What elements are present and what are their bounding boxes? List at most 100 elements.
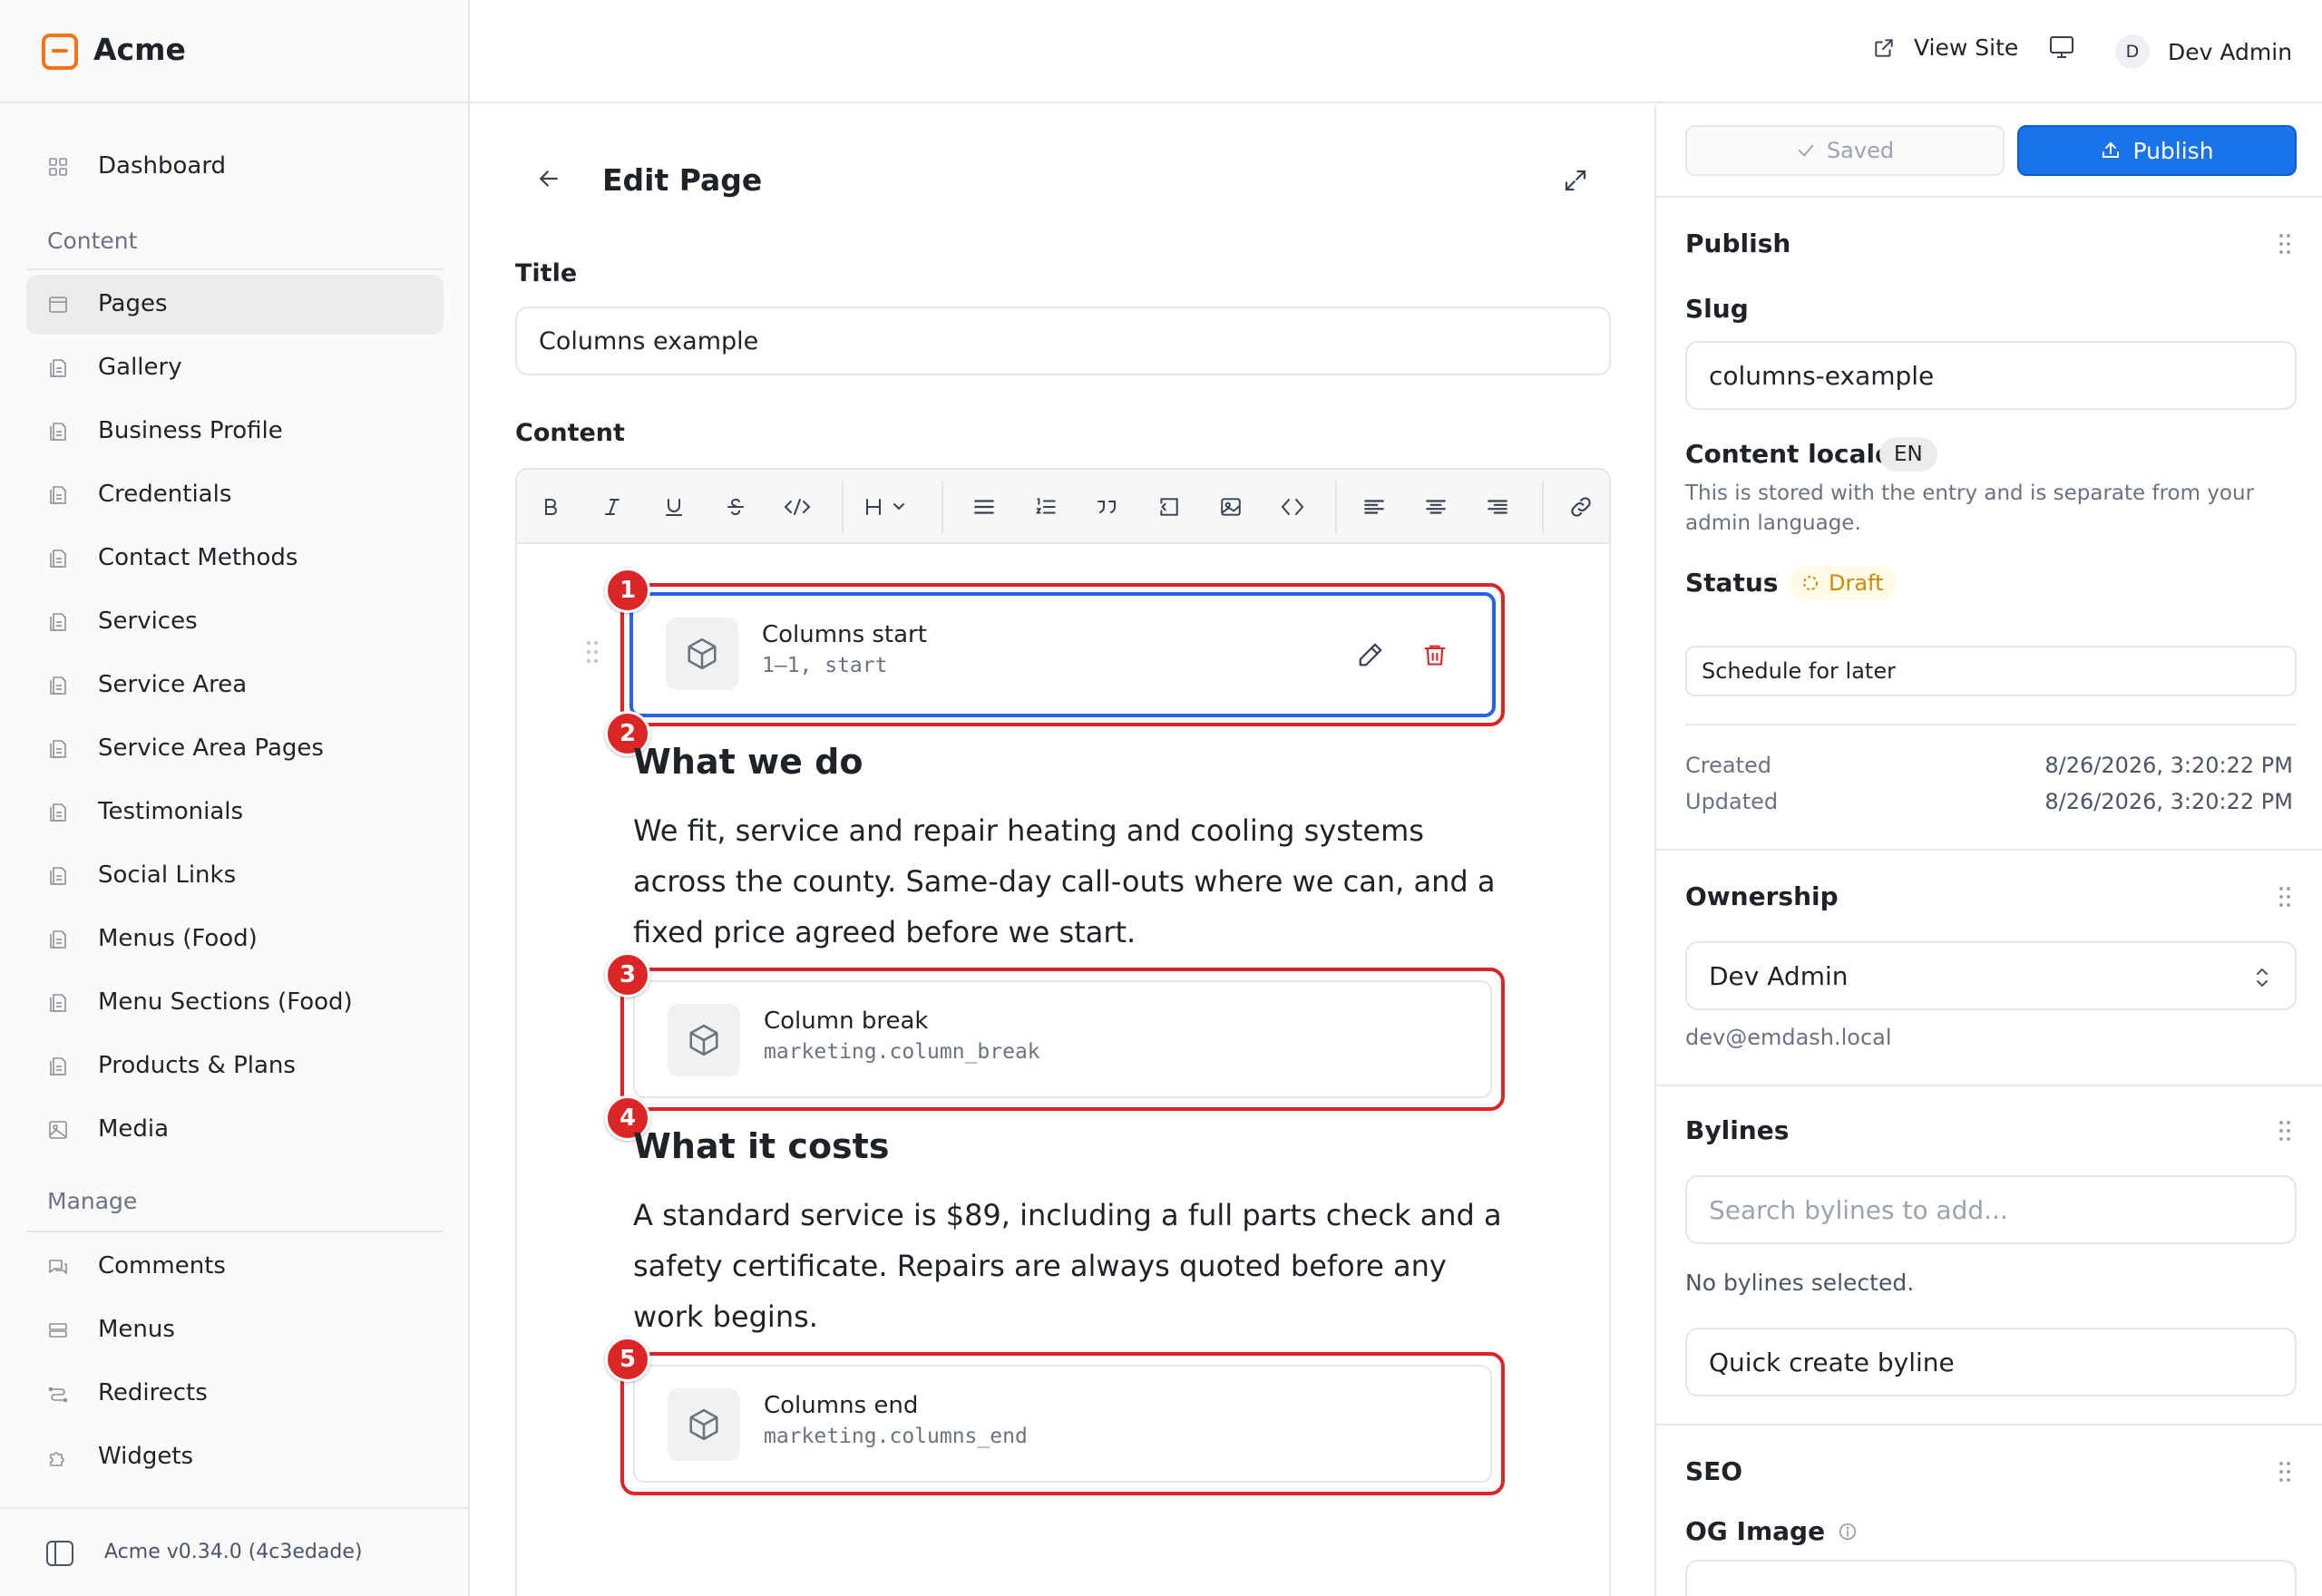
monitor-icon [2048, 34, 2075, 60]
image-icon[interactable] [1217, 493, 1244, 521]
updated-label: Updated [1685, 789, 1779, 814]
og-image-label-row: OG Image [1685, 1516, 1858, 1546]
sidebar-item-label: Credentials [98, 481, 232, 508]
bylines-heading: Bylines [1685, 1115, 1790, 1145]
publish-button[interactable]: Publish [2017, 125, 2297, 176]
sidebar-item-label: Comments [98, 1252, 226, 1280]
sidebar-item-media[interactable]: Media [26, 1100, 444, 1160]
publish-heading: Publish [1685, 229, 1791, 258]
status-value: Draft [1829, 570, 1884, 596]
italic-icon[interactable] [599, 493, 626, 521]
owner-select[interactable]: Dev Admin [1685, 941, 2297, 1010]
sidebar-item-products-plans[interactable]: Products & Plans [26, 1036, 444, 1096]
sidebar-item-social-links[interactable]: Social Links [26, 846, 444, 906]
sidebar-item-label: Redirects [98, 1379, 208, 1406]
quick-create-byline-button[interactable]: Quick create byline [1685, 1328, 2297, 1396]
title-input[interactable]: Columns example [515, 307, 1611, 375]
sidebar-item-label: Service Area [98, 671, 248, 698]
pencil-icon[interactable] [1357, 641, 1384, 668]
code-block-icon[interactable] [1156, 493, 1183, 521]
sidebar-item-label: Media [98, 1115, 170, 1143]
bullet-list-icon[interactable] [971, 493, 998, 521]
block-columns-start[interactable]: Columns start 1–1, start [629, 592, 1496, 717]
collection-icon [47, 675, 69, 696]
chevron-up-down-icon [2253, 965, 2271, 990]
drag-handle-icon[interactable] [2277, 1119, 2293, 1143]
info-icon[interactable] [1838, 1522, 1858, 1542]
annotation-marker: 5 [605, 1337, 650, 1382]
expand-icon[interactable] [1562, 167, 1589, 194]
toolbar-divider [941, 481, 943, 533]
sidebar-item-redirects[interactable]: Redirects [26, 1364, 444, 1424]
sidebar-item-service-area[interactable]: Service Area [26, 656, 444, 715]
strikethrough-icon[interactable] [722, 493, 749, 521]
view-site-link[interactable]: View Site [1872, 34, 2018, 61]
divider [26, 268, 444, 270]
drag-handle-icon[interactable] [2277, 1460, 2293, 1484]
collection-icon [47, 611, 69, 633]
sidebar-item-label: Menus [98, 1316, 175, 1343]
nav-section-manage: Manage [47, 1188, 138, 1214]
inline-code-icon[interactable] [784, 493, 811, 521]
saved-button[interactable]: Saved [1685, 125, 2005, 176]
link-icon[interactable] [1567, 493, 1595, 521]
block-columns-end[interactable]: Columns end marketing.columns_end [633, 1365, 1492, 1483]
sidebar-toggle-icon[interactable] [45, 1540, 74, 1567]
sidebar-item-dashboard[interactable]: Dashboard [26, 137, 444, 197]
saved-label: Saved [1826, 138, 1895, 163]
sidebar-item-services[interactable]: Services [26, 592, 444, 652]
collection-icon [47, 738, 69, 760]
content-heading: What it costs [633, 1126, 890, 1166]
schedule-button[interactable]: Schedule for later [1685, 646, 2297, 696]
sidebar-item-testimonials[interactable]: Testimonials [26, 783, 444, 842]
trash-icon[interactable] [1422, 641, 1448, 668]
sidebar-item-menus[interactable]: Menus [26, 1300, 444, 1360]
og-image-field[interactable] [1685, 1560, 2297, 1596]
user-menu[interactable]: D Dev Admin [2115, 34, 2292, 69]
sidebar-item-menus-food[interactable]: Menus (Food) [26, 910, 444, 969]
sidebar-item-credentials[interactable]: Credentials [26, 465, 444, 525]
sidebar-item-menu-sections-food[interactable]: Menu Sections (Food) [26, 973, 444, 1033]
block-column-break[interactable]: Column break marketing.column_break [633, 980, 1492, 1098]
drag-handle-icon[interactable] [584, 638, 600, 666]
slug-input[interactable]: columns-example [1685, 341, 2297, 410]
sidebar-item-gallery[interactable]: Gallery [26, 338, 444, 398]
sidebar-item-contact-methods[interactable]: Contact Methods [26, 529, 444, 589]
sidebar-item-label: Testimonials [98, 798, 244, 825]
content-paragraph: We fit, service and repair heating and c… [633, 813, 1496, 949]
align-left-icon[interactable] [1361, 493, 1388, 521]
block-title: Columns end [764, 1392, 919, 1419]
external-link-icon [1872, 36, 1896, 60]
sidebar-item-widgets[interactable]: Widgets [26, 1427, 444, 1487]
bylines-placeholder: Search bylines to add... [1709, 1194, 2008, 1225]
block-title: Columns start [762, 621, 927, 648]
sidebar-item-label: Service Area Pages [98, 735, 324, 762]
ordered-list-icon[interactable] [1032, 493, 1059, 521]
collection-icon [47, 357, 69, 379]
underline-icon[interactable] [660, 493, 688, 521]
sidebar-item-service-area-pages[interactable]: Service Area Pages [26, 719, 444, 779]
back-arrow-icon[interactable] [535, 165, 562, 192]
sidebar-item-comments[interactable]: Comments [26, 1237, 444, 1297]
embed-code-icon[interactable] [1279, 493, 1306, 521]
align-right-icon[interactable] [1484, 493, 1511, 521]
divider [1656, 1085, 2322, 1086]
publish-label: Publish [2132, 137, 2214, 164]
sidebar-item-pages[interactable]: Pages [26, 275, 444, 335]
sidebar-item-business-profile[interactable]: Business Profile [26, 402, 444, 462]
align-center-icon[interactable] [1422, 493, 1449, 521]
sidebar-item-label: Services [98, 608, 198, 635]
drag-handle-icon[interactable] [2277, 885, 2293, 909]
preview-device-button[interactable] [2048, 34, 2075, 60]
avatar: D [2115, 34, 2150, 69]
created-label: Created [1685, 753, 1771, 778]
drag-handle-icon[interactable] [2277, 232, 2293, 256]
block-column-break-wrapper: Column break marketing.column_break [620, 968, 1505, 1111]
menus-icon [47, 1319, 69, 1341]
divider [1656, 1424, 2322, 1426]
bold-icon[interactable] [537, 493, 564, 521]
brand[interactable]: Acme [0, 0, 470, 103]
quote-icon[interactable] [1094, 493, 1121, 521]
bylines-search-input[interactable]: Search bylines to add... [1685, 1175, 2297, 1244]
heading-dropdown[interactable] [862, 493, 916, 521]
